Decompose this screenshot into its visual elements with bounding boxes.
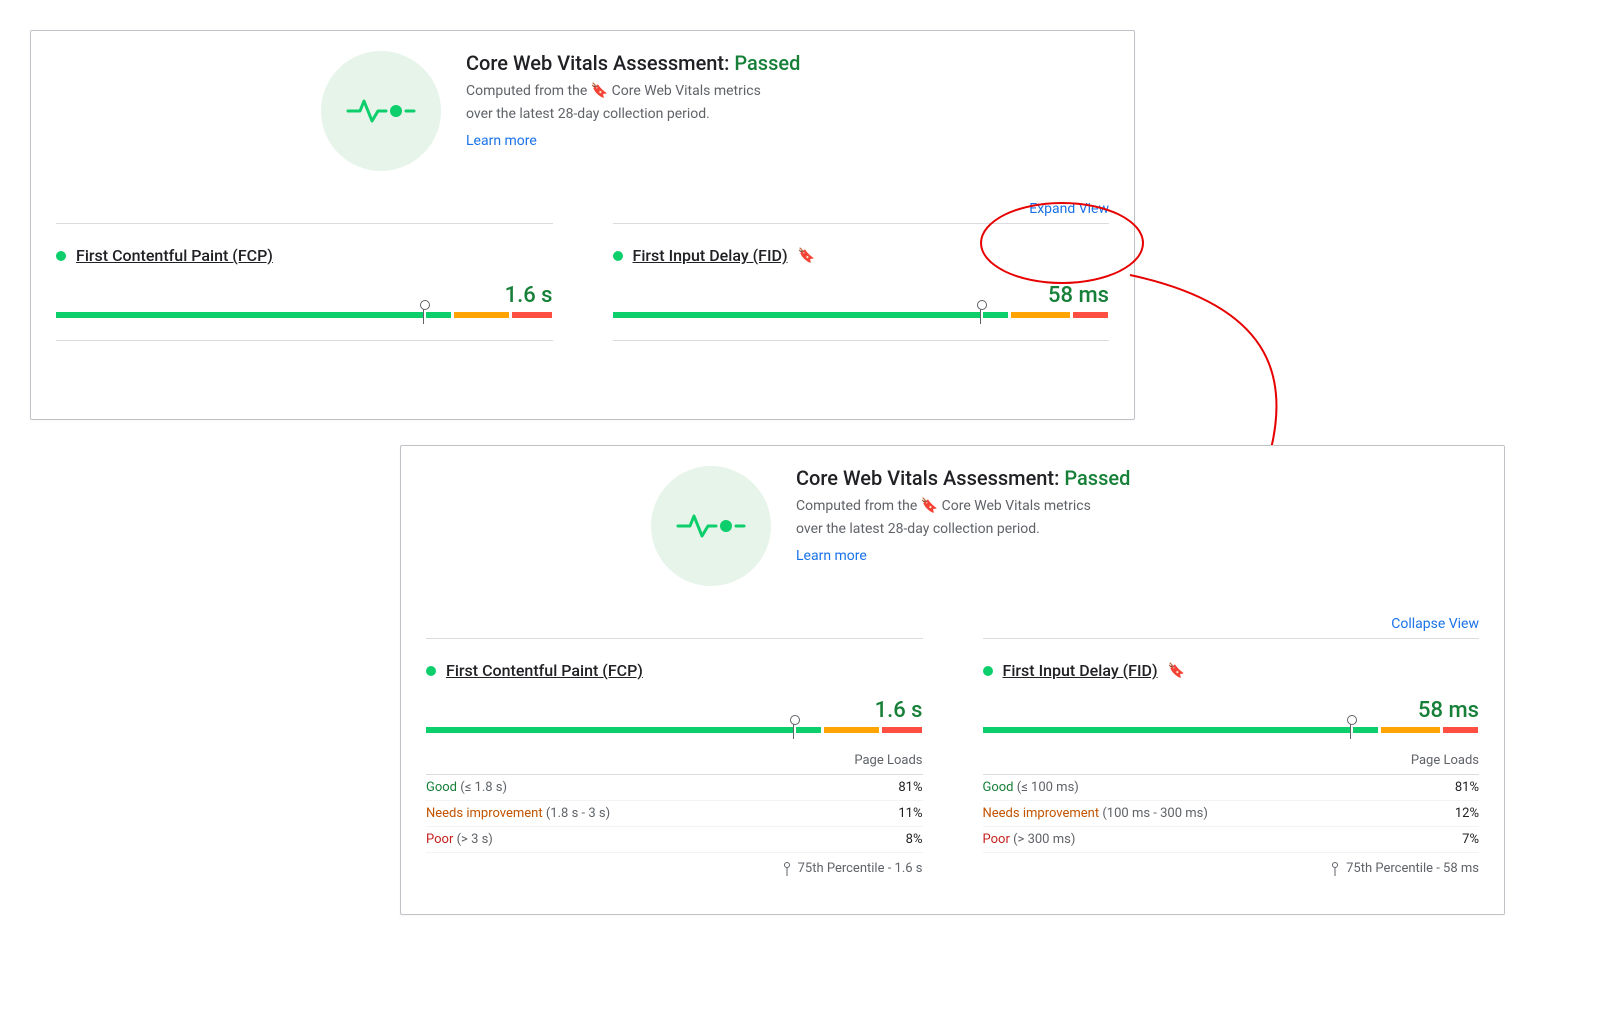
metric-name-link[interactable]: First Contentful Paint (FCP) — [446, 661, 643, 680]
bookmark-icon: 🔖 — [1168, 663, 1185, 679]
percentile-icon — [782, 862, 792, 876]
assessment-title: Core Web Vitals Assessment: Passed — [796, 466, 1130, 490]
assessment-desc-line2: over the latest 28-day collection period… — [796, 519, 1130, 540]
needs-pct: 12% — [1455, 806, 1479, 821]
distribution-bar — [56, 312, 553, 318]
vitals-panel-expanded: Core Web Vitals Assessment: Passed Compu… — [400, 445, 1505, 915]
assessment-desc-line1: Computed from the 🔖 Core Web Vitals metr… — [796, 496, 1130, 517]
metric-fid: First Input Delay (FID) 🔖 58 ms — [613, 223, 1110, 341]
percentile-marker-icon — [423, 306, 425, 324]
vitals-pulse-icon — [651, 466, 771, 586]
status-dot-good-icon — [613, 251, 623, 261]
breakdown-table: Page Loads Good (≤ 1.8 s) 81% Needs impr… — [426, 747, 923, 876]
percentile-icon — [1330, 862, 1340, 876]
good-pct: 81% — [1455, 780, 1479, 795]
bookmark-icon: 🔖 — [591, 83, 608, 99]
metric-value: 58 ms — [613, 283, 1110, 308]
metric-name-link[interactable]: First Input Delay (FID) — [633, 246, 788, 265]
metric-fcp: First Contentful Paint (FCP) 1.6 s — [56, 223, 553, 341]
distribution-bar — [426, 727, 923, 733]
distribution-bar — [613, 312, 1110, 318]
metric-name-link[interactable]: First Input Delay (FID) — [1003, 661, 1158, 680]
needs-pct: 11% — [898, 806, 922, 821]
page-loads-header: Page Loads — [854, 753, 922, 768]
poor-pct: 7% — [1462, 832, 1479, 847]
breakdown-table: Page Loads Good (≤ 100 ms) 81% Needs imp… — [983, 747, 1480, 876]
bookmark-icon: 🔖 — [921, 498, 938, 514]
vitals-pulse-icon — [321, 51, 441, 171]
annotation-arrow-icon — [1110, 265, 1310, 475]
assessment-desc-line1: Computed from the 🔖 Core Web Vitals metr… — [466, 81, 800, 102]
poor-pct: 8% — [906, 832, 923, 847]
assessment-desc-line2: over the latest 28-day collection period… — [466, 104, 800, 125]
table-row: Good (≤ 1.8 s) 81% — [426, 775, 923, 801]
metric-fcp: First Contentful Paint (FCP) 1.6 s Page … — [426, 638, 923, 876]
vitals-panel-collapsed: Core Web Vitals Assessment: Passed Compu… — [30, 30, 1135, 420]
expand-view-link[interactable]: Expand View — [56, 201, 1109, 217]
status-dot-good-icon — [56, 251, 66, 261]
table-row: Needs improvement (1.8 s - 3 s) 11% — [426, 801, 923, 827]
assessment-title: Core Web Vitals Assessment: Passed — [466, 51, 800, 75]
metric-value: 1.6 s — [56, 283, 553, 308]
learn-more-link[interactable]: Learn more — [796, 548, 867, 564]
percentile-marker-icon — [1350, 721, 1352, 739]
percentile-label: 75th Percentile - 1.6 s — [798, 861, 923, 876]
assessment-status: Passed — [734, 51, 800, 75]
status-dot-good-icon — [983, 666, 993, 676]
assessment-status: Passed — [1064, 466, 1130, 490]
distribution-bar — [983, 727, 1480, 733]
good-pct: 81% — [898, 780, 922, 795]
metric-name-link[interactable]: First Contentful Paint (FCP) — [76, 246, 273, 265]
status-dot-good-icon — [426, 666, 436, 676]
percentile-marker-icon — [980, 306, 982, 324]
metric-value: 1.6 s — [426, 698, 923, 723]
table-row: Poor (> 300 ms) 7% — [983, 827, 1480, 853]
percentile-marker-icon — [793, 721, 795, 739]
table-row: Needs improvement (100 ms - 300 ms) 12% — [983, 801, 1480, 827]
table-row: Poor (> 3 s) 8% — [426, 827, 923, 853]
learn-more-link[interactable]: Learn more — [466, 133, 537, 149]
percentile-label: 75th Percentile - 58 ms — [1346, 861, 1479, 876]
table-row: Good (≤ 100 ms) 81% — [983, 775, 1480, 801]
metric-value: 58 ms — [983, 698, 1480, 723]
page-loads-header: Page Loads — [1411, 753, 1479, 768]
metric-fid: First Input Delay (FID) 🔖 58 ms Page Loa… — [983, 638, 1480, 876]
bookmark-icon: 🔖 — [798, 248, 815, 264]
collapse-view-link[interactable]: Collapse View — [426, 616, 1479, 632]
